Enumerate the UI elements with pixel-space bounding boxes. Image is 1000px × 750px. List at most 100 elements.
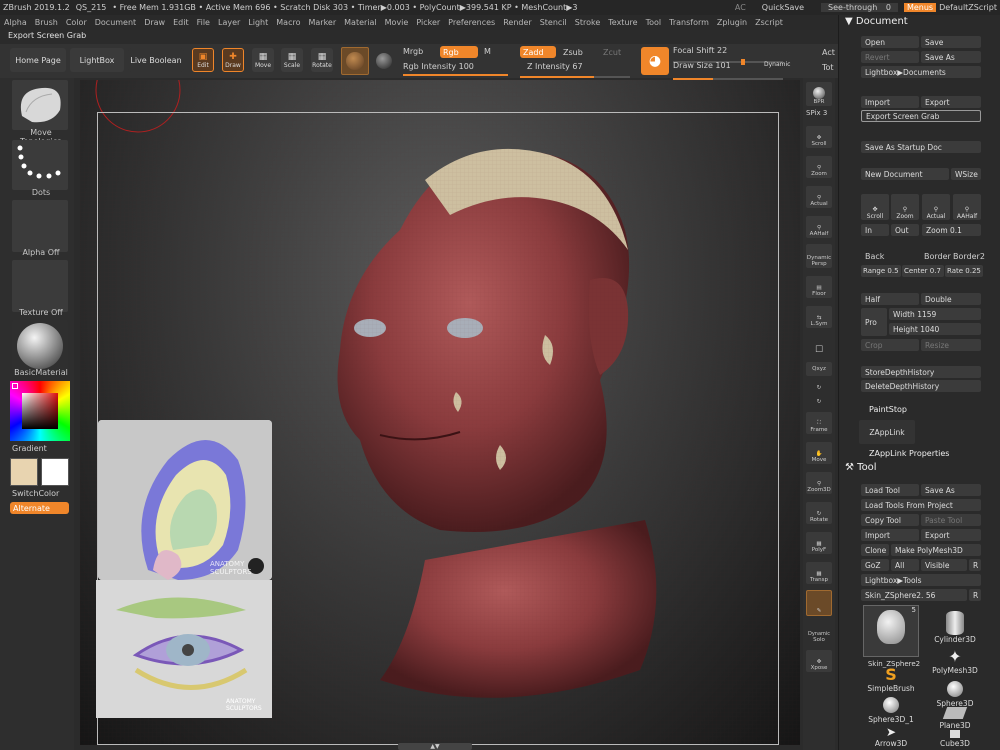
menu-transform[interactable]: Transform xyxy=(665,18,713,27)
zoom3d-button[interactable]: ⚲ Zoom3D xyxy=(806,472,832,494)
zoom-out-button[interactable]: Out xyxy=(891,224,919,236)
lsym-button[interactable]: ⇆ L.Sym xyxy=(806,306,832,328)
default-zscript-button[interactable]: DefaultZScript xyxy=(936,3,1000,12)
export-screen-grab-button[interactable]: Export Screen Grab xyxy=(861,110,981,122)
paste-tool-button[interactable]: Paste Tool xyxy=(921,514,981,526)
save-document-button[interactable]: Save xyxy=(921,36,981,48)
menu-document[interactable]: Document xyxy=(91,18,140,27)
rotate-y-button[interactable]: ↻ xyxy=(806,378,832,392)
menu-stencil[interactable]: Stencil xyxy=(536,18,571,27)
menu-picker[interactable]: Picker xyxy=(412,18,444,27)
menu-layer[interactable]: Layer xyxy=(214,18,244,27)
export-document-button[interactable]: Export xyxy=(921,96,981,108)
rgb-intensity-slider[interactable]: Rgb Intensity 100 xyxy=(403,62,474,71)
export-tool-button[interactable]: Export xyxy=(921,529,981,541)
draw-mode-button[interactable]: ✚ Draw xyxy=(222,48,244,72)
menu-alpha[interactable]: Alpha xyxy=(0,18,31,27)
border-color-button[interactable]: Border xyxy=(924,252,951,261)
resize-button[interactable]: Resize xyxy=(921,339,981,351)
rotate-z-button[interactable]: ↻ xyxy=(806,392,832,406)
make-polymesh-button[interactable]: Make PolyMesh3D xyxy=(891,544,981,556)
see-through-slider[interactable]: See-through 0 xyxy=(821,3,898,12)
color-sphere-icon[interactable] xyxy=(376,53,392,69)
width-slider[interactable]: Width 1159 xyxy=(889,308,981,320)
stroke-thumbnail[interactable] xyxy=(12,140,68,190)
ghost-button[interactable]: ✎ xyxy=(806,590,832,616)
back-color-button[interactable]: Back xyxy=(865,252,884,261)
bpr-button[interactable]: BPR xyxy=(806,82,832,106)
border2-color-button[interactable]: Border2 xyxy=(953,252,985,261)
store-depth-history-button[interactable]: StoreDepthHistory xyxy=(861,366,981,378)
wsize-button[interactable]: WSize xyxy=(951,168,981,180)
menu-draw[interactable]: Draw xyxy=(140,18,169,27)
rgb-toggle[interactable]: Rgb xyxy=(440,46,478,58)
doc-actual-button[interactable]: ⚲ Actual xyxy=(922,194,950,220)
focal-shift-slider[interactable]: Focal Shift 22 xyxy=(673,46,727,55)
double-button[interactable]: Double xyxy=(921,293,981,305)
frame-button[interactable]: ⛶ Frame xyxy=(806,412,832,434)
polyf-button[interactable]: ▦ PolyF xyxy=(806,532,832,554)
material-swatch[interactable] xyxy=(341,47,369,75)
crop-button[interactable]: Crop xyxy=(861,339,919,351)
save-startup-doc-button[interactable]: Save As Startup Doc xyxy=(861,141,981,153)
goz-r-button[interactable]: R xyxy=(969,559,981,571)
open-document-button[interactable]: Open xyxy=(861,36,919,48)
zoom-button[interactable]: ⚲ Zoom xyxy=(806,156,832,178)
move-button[interactable]: ✋ Move xyxy=(806,442,832,464)
zoom-slider[interactable]: Zoom 0.1 xyxy=(922,224,981,236)
z-intensity-track[interactable] xyxy=(520,76,630,78)
half-button[interactable]: Half xyxy=(861,293,919,305)
lock-button[interactable]: ☐ xyxy=(806,338,832,356)
doc-aahalf-button[interactable]: ⚲ AAHalf xyxy=(953,194,981,220)
live-boolean-button[interactable]: Live Boolean xyxy=(128,48,184,72)
color-picker[interactable] xyxy=(10,381,70,441)
center-slider[interactable]: Center 0.7 xyxy=(902,265,944,277)
paintstop-label[interactable]: PaintStop xyxy=(869,405,907,414)
dynamic-toggle[interactable]: Dynamic xyxy=(764,61,790,68)
menu-render[interactable]: Render xyxy=(499,18,535,27)
range-slider[interactable]: Range 0.5 xyxy=(861,265,901,277)
home-page-button[interactable]: Home Page xyxy=(10,48,66,72)
goz-visible-button[interactable]: Visible xyxy=(921,559,967,571)
save-as-tool-button[interactable]: Save As xyxy=(921,484,981,496)
floor-button[interactable]: ▤ Floor xyxy=(806,276,832,298)
rate-slider[interactable]: Rate 0.25 xyxy=(945,265,983,277)
transp-button[interactable]: ▦ Transp xyxy=(806,562,832,584)
menu-marker[interactable]: Marker xyxy=(304,18,340,27)
menu-brush[interactable]: Brush xyxy=(31,18,62,27)
lightbox-documents-button[interactable]: Lightbox▶Documents xyxy=(861,66,981,78)
main-color-swatch[interactable] xyxy=(10,458,38,486)
menu-color[interactable]: Color xyxy=(62,18,91,27)
texture-thumbnail[interactable] xyxy=(12,260,68,312)
z-intensity-slider[interactable]: Z Intensity 67 xyxy=(527,62,583,71)
zcut-toggle[interactable]: Zcut xyxy=(603,48,621,57)
actual-button[interactable]: ⚲ Actual xyxy=(806,186,832,208)
clone-button[interactable]: Clone xyxy=(861,544,889,556)
menus-button[interactable]: Menus xyxy=(903,3,937,12)
solo-button[interactable]: Dynamic Solo xyxy=(806,620,832,644)
rotate-mode-button[interactable]: ▦ Rotate xyxy=(311,48,333,72)
current-tool-slider[interactable]: Skin_ZSphere2. 56 xyxy=(861,589,967,601)
alpha-thumbnail[interactable] xyxy=(12,200,68,252)
bottom-tray-toggle[interactable]: ▲▼ xyxy=(398,743,472,750)
revert-button[interactable]: Revert xyxy=(861,51,919,63)
draw-size-slider[interactable]: Draw Size 101 xyxy=(673,61,731,70)
menu-zplugin[interactable]: Zplugin xyxy=(713,18,751,27)
import-document-button[interactable]: Import xyxy=(861,96,919,108)
zsub-toggle[interactable]: Zsub xyxy=(563,48,583,57)
eye-reference-image[interactable]: ANATOMY SCULPTORS xyxy=(96,580,272,718)
height-slider[interactable]: Height 1040 xyxy=(889,323,981,335)
export-screen-grab-label[interactable]: Export Screen Grab xyxy=(8,31,86,45)
menu-macro[interactable]: Macro xyxy=(272,18,304,27)
pro-button[interactable]: Pro xyxy=(861,308,887,336)
rgb-intensity-track[interactable] xyxy=(403,74,508,76)
menu-texture[interactable]: Texture xyxy=(604,18,641,27)
menu-material[interactable]: Material xyxy=(340,18,381,27)
alternate-button[interactable]: Alternate xyxy=(10,502,69,514)
material-thumbnail[interactable] xyxy=(12,320,68,372)
delete-depth-history-button[interactable]: DeleteDepthHistory xyxy=(861,380,981,392)
focal-icon[interactable]: ◕ xyxy=(641,47,669,75)
save-as-document-button[interactable]: Save As xyxy=(921,51,981,63)
menu-stroke[interactable]: Stroke xyxy=(571,18,605,27)
doc-scroll-button[interactable]: ✥ Scroll xyxy=(861,194,889,220)
